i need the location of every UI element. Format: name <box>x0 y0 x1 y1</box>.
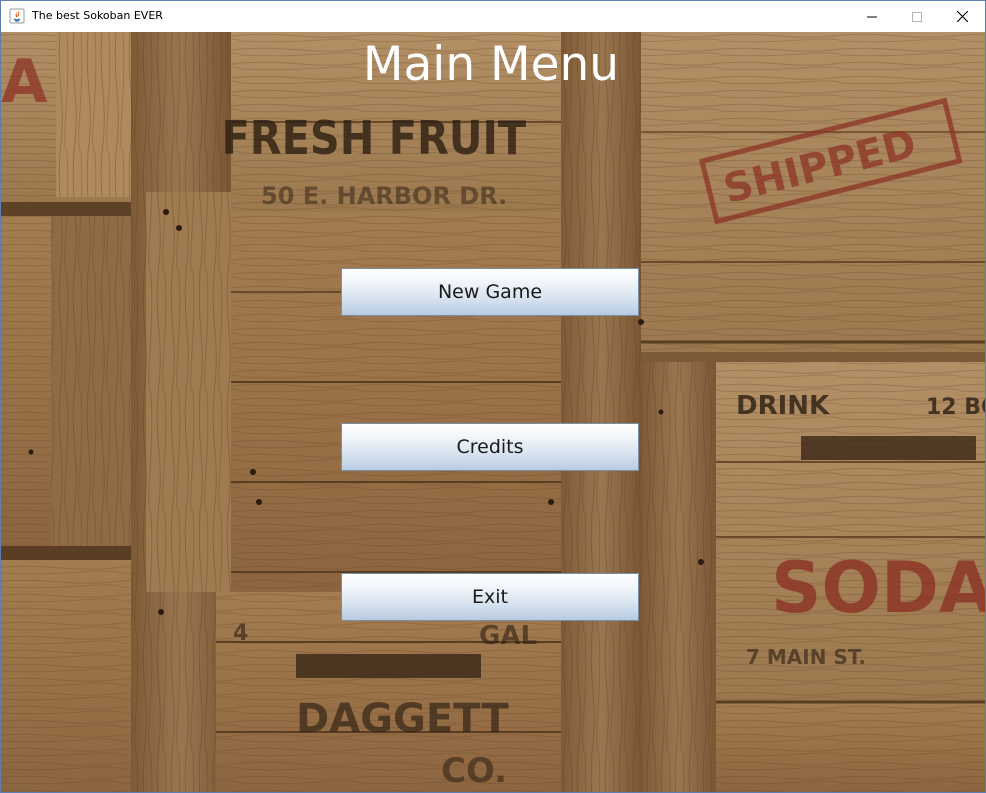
credits-button[interactable]: Credits <box>341 423 639 471</box>
close-icon <box>956 7 968 26</box>
stencil-12-bo: 12 BO <box>926 395 985 420</box>
maximize-button[interactable] <box>894 1 940 31</box>
java-icon <box>9 8 25 24</box>
stencil-four: 4 <box>233 621 248 646</box>
exit-button[interactable]: Exit <box>341 573 639 621</box>
page-title: Main Menu <box>362 37 620 92</box>
stencil-daggett: DAGGETT <box>296 696 509 742</box>
maximize-icon <box>912 7 922 26</box>
stencil-fresh-fruit: FRESH FRUIT <box>222 112 527 166</box>
stencil-soda: SODA <box>771 547 985 629</box>
stencil-gal: GAL <box>479 621 537 651</box>
title-bar[interactable]: The best Sokoban EVER <box>1 1 985 31</box>
new-game-button[interactable]: New Game <box>341 268 639 316</box>
stencil-co: CO. <box>441 751 507 791</box>
minimize-icon <box>867 7 877 26</box>
stencil-drink: DRINK <box>736 391 830 421</box>
window-title: The best Sokoban EVER <box>32 9 163 22</box>
main-menu-panel: A FRESH FRUIT 50 E. HARBOR DR. DRINK 12 … <box>1 32 985 792</box>
minimize-button[interactable] <box>849 1 895 31</box>
close-button[interactable] <box>939 1 985 31</box>
stencil-harbor: 50 E. HARBOR DR. <box>261 182 507 210</box>
app-window: The best Sokoban EVER A FRESH FRUIT 50 E… <box>0 0 986 793</box>
wooden-crates-background: A FRESH FRUIT 50 E. HARBOR DR. DRINK 12 … <box>1 32 985 792</box>
stencil-main-st: 7 MAIN ST. <box>746 645 866 669</box>
